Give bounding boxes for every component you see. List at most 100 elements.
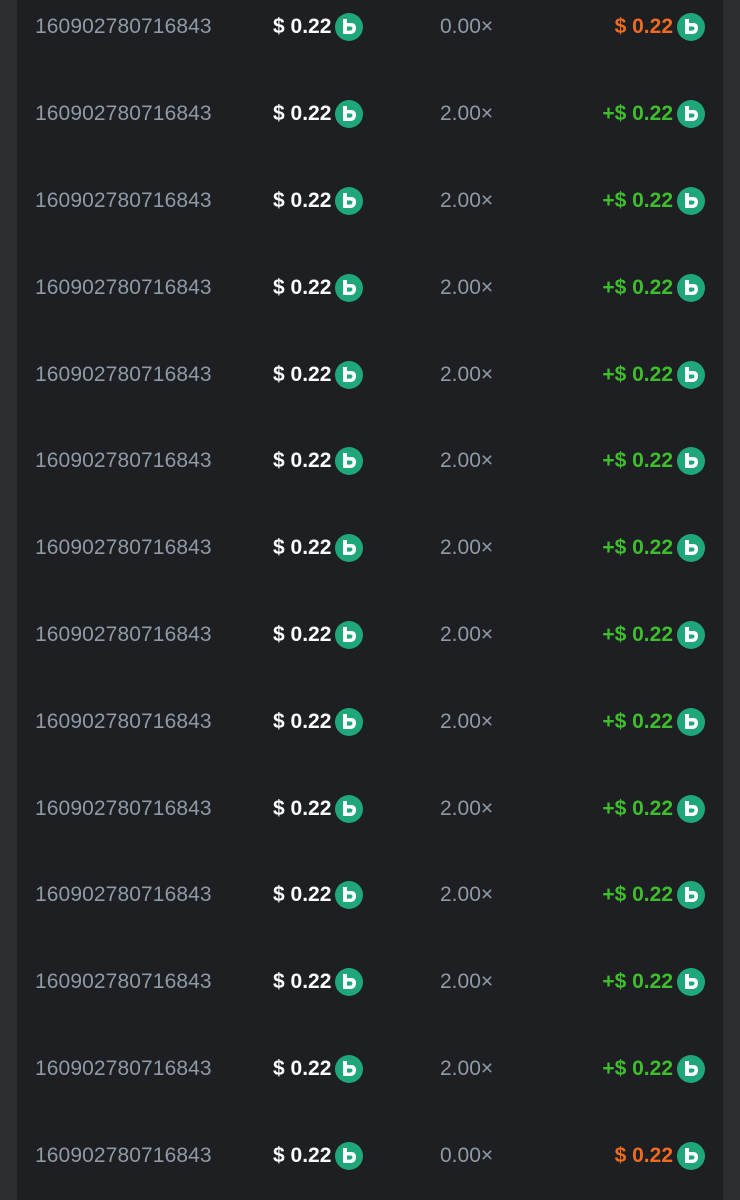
bet-id[interactable]: 160902780716843 [35,158,212,245]
bet-id[interactable]: 160902780716843 [35,505,212,592]
bet-multiplier: 2.00× [440,622,494,646]
bet-amount: $ 0.22 [273,592,364,679]
bet-id[interactable]: 160902780716843 [35,0,212,71]
bet-row[interactable]: 160902780716843 $ 0.22 2.00× +$ 0.22 [17,331,723,418]
bet-id[interactable]: 160902780716843 [35,71,212,158]
bet-amount: $ 0.22 [273,1112,364,1199]
bet-amount: $ 0.22 [273,678,364,765]
bet-amount: $ 0.22 [273,765,364,852]
bet-amount: $ 0.22 [273,852,364,939]
bet-row[interactable]: 160902780716843 $ 0.22 2.00× +$ 0.22 [17,1026,723,1113]
bcd-coin-icon [677,186,705,215]
bet-payout: +$ 0.22 [602,852,705,939]
bet-row[interactable]: 160902780716843 $ 0.22 2.00× +$ 0.22 [17,939,723,1026]
bet-row[interactable]: 160902780716843 $ 0.22 2.00× +$ 0.22 [17,678,723,765]
bet-payout: +$ 0.22 [602,505,705,592]
bet-amount: $ 0.22 [273,1026,364,1113]
bcd-coin-icon [677,794,705,823]
bet-multiplier: 2.00× [440,449,494,473]
bcd-coin-icon [335,707,364,736]
bet-payout: +$ 0.22 [602,244,705,331]
bet-amount: $ 0.22 [273,0,364,71]
bet-payout: +$ 0.22 [602,331,705,418]
bet-id[interactable]: 160902780716843 [35,1026,212,1113]
bet-payout: +$ 0.22 [602,418,705,505]
bcd-coin-icon [335,534,364,563]
bet-amount: $ 0.22 [273,331,364,418]
bet-id[interactable]: 160902780716843 [35,331,212,418]
bet-payout: +$ 0.22 [602,592,705,679]
bet-id[interactable]: 160902780716843 [35,765,212,852]
bet-amount: $ 0.22 [273,505,364,592]
bet-id[interactable]: 160902780716843 [35,592,212,679]
bcd-coin-icon [677,447,705,476]
bet-multiplier: 2.00× [440,275,494,299]
bet-multiplier: 2.00× [440,970,494,994]
bet-amount: $ 0.22 [273,71,364,158]
bcd-coin-icon [677,273,705,302]
bets-list: 160902780716843 $ 0.22 0.00× $ 0.22 1609… [17,0,723,1199]
bet-id[interactable]: 160902780716843 [35,939,212,1026]
bet-multiplier: 2.00× [440,796,494,820]
bet-amount: $ 0.22 [273,418,364,505]
bcd-coin-icon [335,273,364,302]
bcd-coin-icon [335,881,364,910]
bet-payout: +$ 0.22 [602,1026,705,1113]
bet-row[interactable]: 160902780716843 $ 0.22 2.00× +$ 0.22 [17,244,723,331]
bet-multiplier: 2.00× [440,188,494,212]
bet-payout: +$ 0.22 [602,678,705,765]
bet-row[interactable]: 160902780716843 $ 0.22 2.00× +$ 0.22 [17,592,723,679]
bet-id[interactable]: 160902780716843 [35,678,212,765]
bcd-coin-icon [677,620,705,649]
bet-payout: +$ 0.22 [602,939,705,1026]
bet-payout: +$ 0.22 [602,71,705,158]
bet-amount: $ 0.22 [273,939,364,1026]
bet-row[interactable]: 160902780716843 $ 0.22 2.00× +$ 0.22 [17,505,723,592]
bet-id[interactable]: 160902780716843 [35,418,212,505]
bcd-coin-icon [335,1141,364,1170]
bcd-coin-icon [335,620,364,649]
bet-row[interactable]: 160902780716843 $ 0.22 0.00× $ 0.22 [17,1112,723,1199]
bet-multiplier: 2.00× [440,883,494,907]
bet-row[interactable]: 160902780716843 $ 0.22 2.00× +$ 0.22 [17,765,723,852]
bcd-coin-icon [677,968,705,997]
bet-amount: $ 0.22 [273,158,364,245]
bcd-coin-icon [335,968,364,997]
bcd-coin-icon [335,794,364,823]
bet-payout: +$ 0.22 [602,158,705,245]
bet-multiplier: 2.00× [440,709,494,733]
bcd-coin-icon [677,534,705,563]
bcd-coin-icon [335,13,364,42]
bet-payout: $ 0.22 [615,0,705,71]
bcd-coin-icon [677,881,705,910]
bet-amount: $ 0.22 [273,244,364,331]
bet-multiplier: 2.00× [440,362,494,386]
bcd-coin-icon [335,100,364,129]
bet-payout: +$ 0.22 [602,765,705,852]
bcd-coin-icon [335,1054,364,1083]
bet-multiplier: 2.00× [440,102,494,126]
bet-id[interactable]: 160902780716843 [35,1112,212,1199]
bcd-coin-icon [335,360,364,389]
bet-row[interactable]: 160902780716843 $ 0.22 2.00× +$ 0.22 [17,418,723,505]
bet-row[interactable]: 160902780716843 $ 0.22 0.00× $ 0.22 [17,0,723,71]
bet-multiplier: 2.00× [440,536,494,560]
bcd-coin-icon [335,186,364,215]
bet-id[interactable]: 160902780716843 [35,852,212,939]
bet-row[interactable]: 160902780716843 $ 0.22 2.00× +$ 0.22 [17,852,723,939]
bcd-coin-icon [677,1054,705,1083]
bet-multiplier: 2.00× [440,1056,494,1080]
bcd-coin-icon [677,360,705,389]
bet-id[interactable]: 160902780716843 [35,244,212,331]
bet-multiplier: 0.00× [440,1143,494,1167]
bet-payout: $ 0.22 [615,1112,705,1199]
bet-row[interactable]: 160902780716843 $ 0.22 2.00× +$ 0.22 [17,71,723,158]
bcd-coin-icon [677,100,705,129]
bcd-coin-icon [677,1141,705,1170]
bet-multiplier: 0.00× [440,15,494,39]
bcd-coin-icon [335,447,364,476]
bcd-coin-icon [677,13,705,42]
bets-panel: 160902780716843 $ 0.22 0.00× $ 0.22 1609… [17,0,723,1200]
bcd-coin-icon [677,707,705,736]
bet-row[interactable]: 160902780716843 $ 0.22 2.00× +$ 0.22 [17,158,723,245]
